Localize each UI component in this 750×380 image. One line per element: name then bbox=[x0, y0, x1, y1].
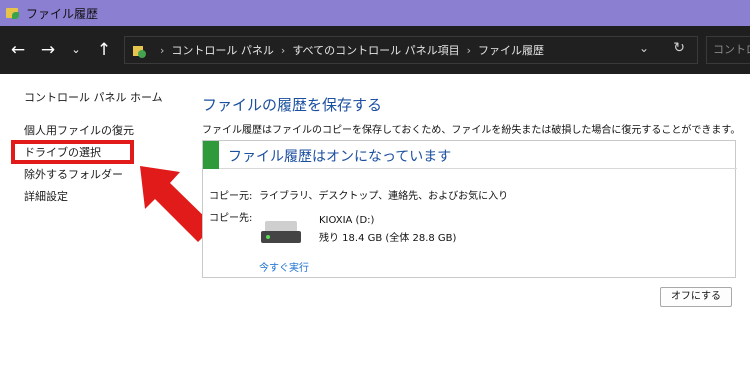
run-now-link[interactable]: 今すぐ実行 bbox=[259, 259, 309, 274]
annotation-highlight-box bbox=[11, 140, 134, 164]
file-history-app-icon bbox=[6, 7, 20, 19]
sidebar-item-control-panel-home[interactable]: コントロール パネル ホーム bbox=[24, 89, 163, 105]
drive-name: KIOXIA (D:) bbox=[319, 215, 375, 226]
drive-icon bbox=[261, 221, 301, 245]
window-title: ファイル履歴 bbox=[26, 6, 99, 21]
breadcrumb-file-history[interactable]: ファイル履歴 bbox=[478, 42, 544, 58]
page-title: ファイルの履歴を保存する bbox=[202, 96, 383, 114]
forward-arrow-icon[interactable]: → bbox=[38, 38, 58, 62]
copy-from-value: ライブラリ、デスクトップ、連絡先、およびお気に入り bbox=[259, 191, 509, 202]
back-arrow-icon[interactable]: ← bbox=[8, 38, 28, 62]
drive-space: 残り 18.4 GB (全体 28.8 GB) bbox=[319, 233, 457, 244]
search-input[interactable]: コントロール bbox=[706, 36, 750, 64]
breadcrumb-control-panel[interactable]: コントロール パネル bbox=[171, 42, 274, 58]
address-bar[interactable]: › コントロール パネル › すべてのコントロール パネル項目 › ファイル履歴… bbox=[124, 36, 698, 64]
title-bar: ファイル履歴 bbox=[0, 0, 750, 26]
recent-locations-chevron-icon[interactable]: ⌄ bbox=[68, 38, 84, 62]
control-panel-icon bbox=[133, 44, 147, 58]
copy-from-label: コピー元: bbox=[209, 191, 253, 202]
breadcrumb-all-items[interactable]: すべてのコントロール パネル項目 bbox=[292, 42, 459, 58]
status-header: ファイル履歴はオンになっています bbox=[203, 141, 737, 169]
breadcrumb-separator-icon: › bbox=[160, 43, 165, 57]
status-text: ファイル履歴はオンになっています bbox=[228, 149, 452, 165]
up-arrow-icon[interactable]: ↑ bbox=[94, 38, 114, 62]
breadcrumb-separator-icon: › bbox=[466, 43, 472, 57]
sidebar-item-restore-files[interactable]: 個人用ファイルの復元 bbox=[24, 122, 134, 138]
sidebar-item-advanced-settings[interactable]: 詳細設定 bbox=[24, 188, 68, 204]
breadcrumb: › コントロール パネル › すべてのコントロール パネル項目 › ファイル履歴 bbox=[153, 37, 544, 63]
chevron-down-icon[interactable]: ⌄ bbox=[639, 41, 649, 55]
turn-off-button[interactable]: オフにする bbox=[660, 287, 732, 307]
status-panel: ファイル履歴はオンになっています コピー元: ライブラリ、デスクトップ、連絡先、… bbox=[202, 140, 737, 278]
status-indicator bbox=[203, 141, 219, 169]
breadcrumb-separator-icon: › bbox=[280, 43, 286, 57]
copy-to-label: コピー先: bbox=[209, 213, 253, 224]
page-description: ファイル履歴はファイルのコピーを保存しておくため、ファイルを紛失または破損した場… bbox=[202, 125, 741, 136]
sidebar-item-exclude-folders[interactable]: 除外するフォルダー bbox=[24, 166, 123, 182]
navigation-bar: ← → ⌄ ↑ › コントロール パネル › すべてのコントロール パネル項目 … bbox=[0, 26, 750, 74]
refresh-icon[interactable]: ↻ bbox=[673, 40, 685, 56]
